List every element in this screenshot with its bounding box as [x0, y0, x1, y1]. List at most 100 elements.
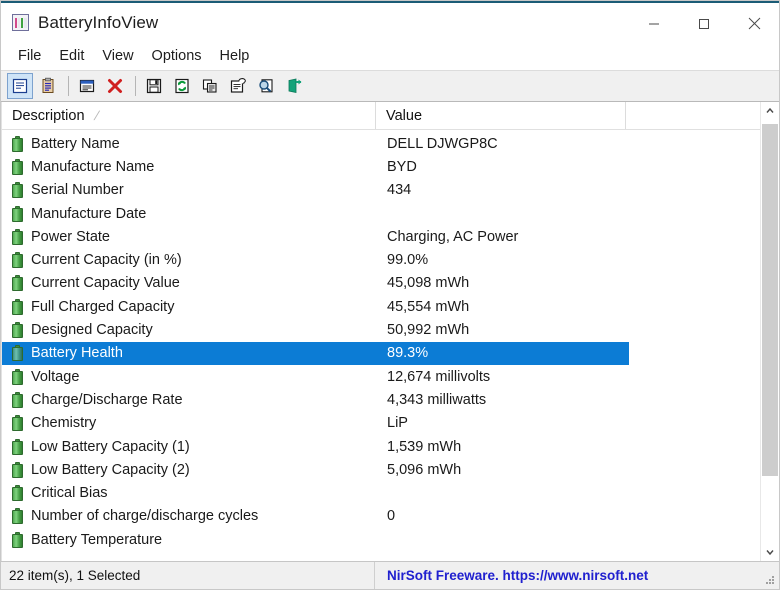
table-row[interactable]: Voltage 12,674 millivolts: [2, 365, 760, 388]
battery-icon: [12, 462, 23, 478]
row-value-cell: 0: [376, 505, 629, 528]
row-description-cell: Serial Number: [2, 179, 376, 202]
row-description-label: Current Capacity Value: [31, 275, 180, 291]
row-description-label: Power State: [31, 229, 110, 245]
table-row[interactable]: Power State Charging, AC Power: [2, 225, 760, 248]
row-description-label: Manufacture Name: [31, 159, 154, 175]
row-description-cell: Low Battery Capacity (2): [2, 458, 376, 481]
row-value-cell: 4,343 milliwatts: [376, 388, 629, 411]
toolbar-separator: [135, 76, 136, 96]
table-row[interactable]: Charge/Discharge Rate 4,343 milliwatts: [2, 388, 760, 411]
row-value-cell: 12,674 millivolts: [376, 365, 629, 388]
battery-icon: [12, 182, 23, 198]
row-value-cell: 1,539 mWh: [376, 435, 629, 458]
table-row[interactable]: Battery NameDELL DJWGP8C: [2, 132, 760, 155]
find-icon[interactable]: [253, 73, 279, 99]
refresh-icon[interactable]: [169, 73, 195, 99]
exit-icon[interactable]: [281, 73, 307, 99]
scroll-down-icon[interactable]: [761, 543, 779, 561]
row-description-label: Critical Bias: [31, 485, 108, 501]
battery-icon: [12, 299, 23, 315]
table-row[interactable]: Number of charge/discharge cycles 0: [2, 505, 760, 528]
title-bar: BatteryInfoView: [1, 1, 779, 42]
status-item-count: 22 item(s), 1 Selected: [1, 562, 375, 590]
table-row[interactable]: Manufacture Date: [2, 202, 760, 225]
row-description-label: Number of charge/discharge cycles: [31, 508, 258, 524]
table-row[interactable]: Low Battery Capacity (1) 1,539 mWh: [2, 435, 760, 458]
clipboard-icon[interactable]: [35, 73, 61, 99]
table-row[interactable]: Battery Health89.3%: [2, 342, 760, 365]
maximize-button[interactable]: [679, 3, 729, 44]
list-view: Description / Value Battery NameDELL DJW…: [1, 102, 779, 561]
row-description-cell: Number of charge/discharge cycles: [2, 505, 376, 528]
vertical-scrollbar[interactable]: [760, 102, 779, 561]
battery-app-icon: [12, 14, 29, 31]
close-button[interactable]: [729, 3, 779, 44]
html-report-icon[interactable]: [74, 73, 100, 99]
row-description-cell: Battery Temperature: [2, 528, 376, 551]
properties-view-icon[interactable]: [7, 73, 33, 99]
resize-grip-icon[interactable]: [764, 574, 776, 586]
battery-icon: [12, 159, 23, 175]
table-row[interactable]: ChemistryLiP: [2, 412, 760, 435]
battery-icon: [12, 369, 23, 385]
table-row[interactable]: Full Charged Capacity45,554 mWh: [2, 295, 760, 318]
menu-view[interactable]: View: [93, 45, 142, 67]
menu-help[interactable]: Help: [211, 45, 259, 67]
scrollbar-track[interactable]: [761, 120, 779, 543]
row-description-label: Full Charged Capacity: [31, 299, 174, 315]
battery-icon: [12, 136, 23, 152]
row-description-cell: Current Capacity Value: [2, 272, 376, 295]
battery-icon: [12, 392, 23, 408]
row-description-label: Low Battery Capacity (1): [31, 439, 190, 455]
minimize-button[interactable]: [629, 3, 679, 44]
battery-icon: [12, 532, 23, 548]
row-description-cell: Designed Capacity: [2, 318, 376, 341]
battery-icon: [12, 275, 23, 291]
row-description-label: Battery Health: [31, 345, 123, 361]
list-column-headers: Description / Value: [2, 102, 760, 130]
table-row[interactable]: Designed Capacity50,992 mWh: [2, 318, 760, 341]
row-description-label: Manufacture Date: [31, 206, 146, 222]
menu-options[interactable]: Options: [143, 45, 211, 67]
toolbar: [1, 70, 779, 102]
row-value-cell: LiP: [376, 412, 629, 435]
toolbar-separator: [68, 76, 69, 96]
table-row[interactable]: Serial Number434: [2, 179, 760, 202]
row-description-label: Charge/Discharge Rate: [31, 392, 183, 408]
column-header-filler: [626, 102, 760, 129]
table-row[interactable]: Current Capacity (in %)99.0%: [2, 248, 760, 271]
row-description-label: Low Battery Capacity (2): [31, 462, 190, 478]
row-description-cell: Charge/Discharge Rate: [2, 388, 376, 411]
table-row[interactable]: Manufacture NameBYD: [2, 155, 760, 178]
table-row[interactable]: Critical Bias: [2, 481, 760, 504]
row-value-cell: 99.0%: [376, 248, 629, 271]
table-row[interactable]: Current Capacity Value45,098 mWh: [2, 272, 760, 295]
row-description-label: Battery Temperature: [31, 532, 162, 548]
row-value-cell: 434: [376, 179, 629, 202]
row-description-cell: Low Battery Capacity (1): [2, 435, 376, 458]
table-row[interactable]: Battery Temperature: [2, 528, 760, 551]
row-description-label: Voltage: [31, 369, 79, 385]
column-header-description-label: Description: [12, 108, 85, 124]
row-value-cell: DELL DJWGP8C: [376, 132, 629, 155]
row-value-cell: Charging, AC Power: [376, 225, 629, 248]
copy-icon[interactable]: [197, 73, 223, 99]
row-value-cell: 50,992 mWh: [376, 318, 629, 341]
menu-edit[interactable]: Edit: [50, 45, 93, 67]
delete-icon[interactable]: [102, 73, 128, 99]
battery-icon: [12, 206, 23, 222]
row-description-cell: Current Capacity (in %): [2, 248, 376, 271]
scrollbar-thumb[interactable]: [762, 124, 778, 476]
row-description-cell: Manufacture Name: [2, 155, 376, 178]
scroll-up-icon[interactable]: [761, 102, 779, 120]
menu-bar: File Edit View Options Help: [1, 42, 779, 70]
table-row[interactable]: Low Battery Capacity (2)5,096 mWh: [2, 458, 760, 481]
properties-doc-icon[interactable]: [225, 73, 251, 99]
save-icon[interactable]: [141, 73, 167, 99]
menu-file[interactable]: File: [9, 45, 50, 67]
column-header-value[interactable]: Value: [376, 102, 626, 129]
nirsoft-link[interactable]: NirSoft Freeware. https://www.nirsoft.ne…: [387, 568, 648, 583]
column-header-description[interactable]: Description /: [2, 102, 376, 129]
row-description-cell: Voltage: [2, 365, 376, 388]
